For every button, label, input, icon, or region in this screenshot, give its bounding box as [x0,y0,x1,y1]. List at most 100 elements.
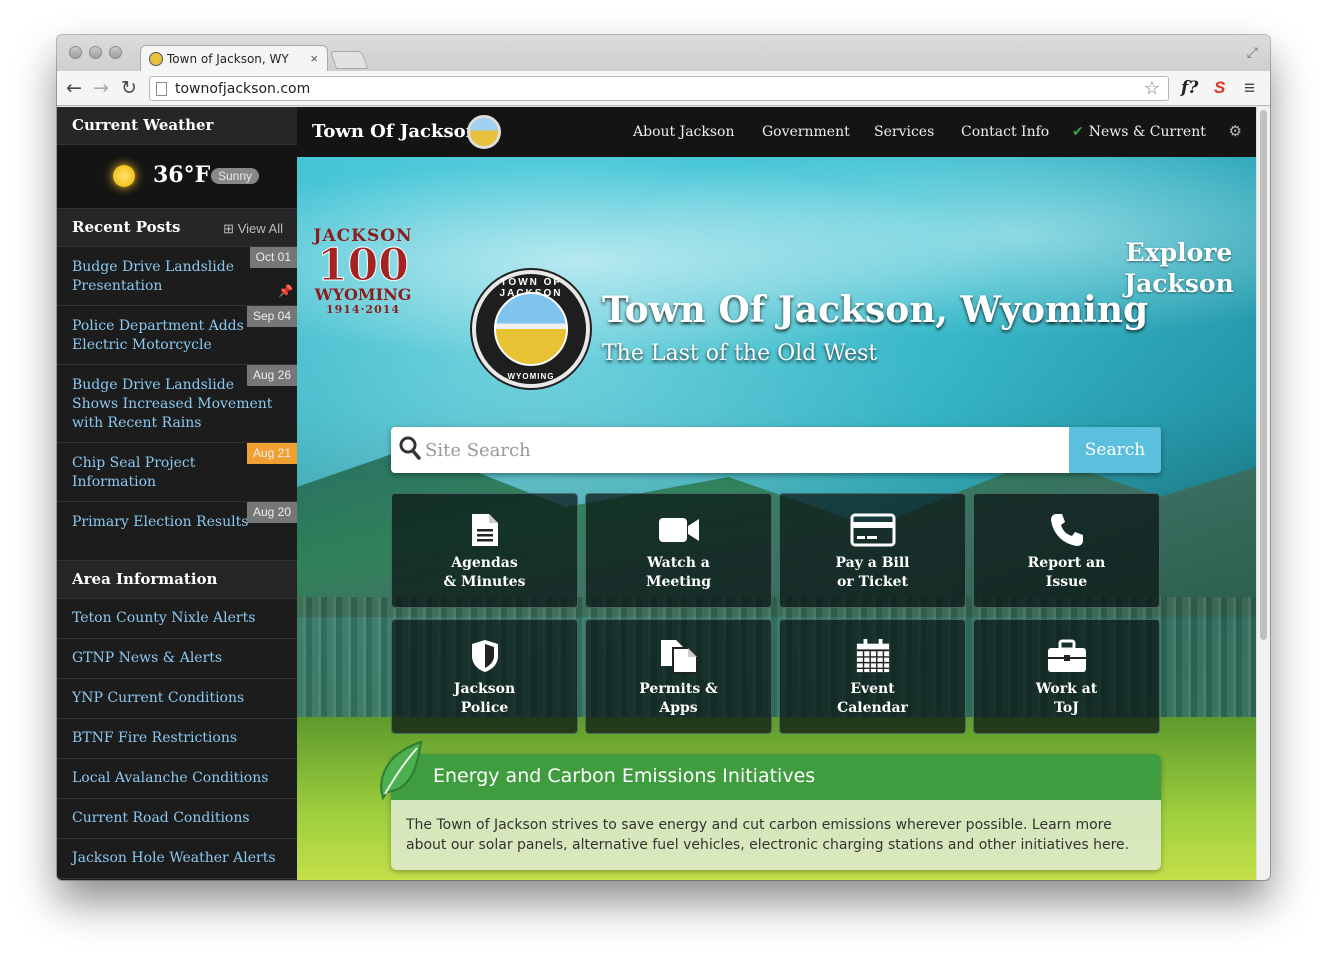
temperature: 36°F [153,162,211,188]
sun-icon [113,165,135,187]
tab-close-icon[interactable]: × [310,51,318,66]
nav-government[interactable]: Government [762,124,850,140]
tile-pay-bill[interactable]: Pay a Bill or Ticket [779,493,966,608]
forward-arrow-icon[interactable]: → [93,77,109,99]
post-date-badge: Aug 26 [246,365,297,386]
shield-icon [471,640,498,672]
recent-posts-heading: Recent Posts ⊞ View All [57,209,297,247]
energy-title[interactable]: Energy and Carbon Emissions Initiatives [391,754,1161,800]
extension-f-icon[interactable]: f? [1181,78,1198,98]
centennial-line2: 100 [317,240,410,291]
post-date-badge: Sep 04 [246,306,297,327]
browser-window: Town of Jackson, WY × ⤢ ← → ↻ townofjack… [57,35,1270,880]
nav-news[interactable]: ✔ News & Current [1072,124,1206,140]
post-item[interactable]: Budge Drive Landslide Shows Increased Mo… [57,365,297,443]
search-icon [399,436,421,466]
back-arrow-icon[interactable]: ← [66,77,82,99]
main-content: Town Of Jackson About Jackson Government… [297,107,1256,880]
phone-icon [1050,514,1083,546]
nav-about[interactable]: About Jackson [633,124,735,140]
explore-jackson-link[interactable]: Explore Jackson [1124,237,1234,299]
gears-icon[interactable]: ⚙ [1229,122,1242,140]
tile-label-line2: Meeting [645,574,712,590]
post-item[interactable]: Police Department Adds Electric Motorcyc… [57,306,297,365]
area-link[interactable]: Current Road Conditions [57,799,297,839]
credit-card-icon [850,513,895,547]
minimize-window-button[interactable] [89,46,102,59]
tile-label-line1: Agendas [451,555,518,571]
page-scrollbar[interactable] [1256,107,1270,880]
tile-watch-meeting[interactable]: Watch a Meeting [585,493,772,608]
bookmark-star-icon[interactable]: ☆ [1144,78,1160,99]
check-circle-icon: ✔ [1072,124,1084,140]
tile-work-at-toj[interactable]: Work at ToJ [973,619,1160,734]
town-seal-logo[interactable] [467,115,501,149]
seal-bottom-text: WYOMING [507,372,555,381]
centennial-line3: WYOMING [314,285,412,304]
post-title[interactable]: Budge Drive Landslide Shows Increased Mo… [72,377,272,431]
energy-initiatives-card[interactable]: Energy and Carbon Emissions Initiatives … [391,754,1161,870]
calendar-icon [856,638,889,673]
area-link[interactable]: Teton County Nixle Alerts [57,599,297,639]
post-item[interactable]: Budge Drive Landslide Presentation Oct 0… [57,247,297,306]
chrome-menu-icon[interactable]: ≡ [1244,78,1255,100]
tab-strip: Town of Jackson, WY × ⤢ [57,35,1270,72]
weather-condition-badge: Sunny [211,168,260,184]
tile-permits[interactable]: Permits & Apps [585,619,772,734]
post-title[interactable]: Police Department Adds Electric Motorcyc… [72,318,244,353]
extension-s-icon[interactable]: S [1214,78,1225,98]
nav-services[interactable]: Services [874,124,934,140]
search-button[interactable]: Search [1069,427,1161,473]
explore-line1: Explore [1125,238,1233,267]
new-tab-button[interactable] [329,51,369,69]
site-brand[interactable]: Town Of Jackson [312,121,479,142]
zoom-window-button[interactable] [109,46,122,59]
close-window-button[interactable] [69,46,82,59]
post-item[interactable]: Primary Election Results Aug 20 [57,502,297,561]
address-bar[interactable]: townofjackson.com ☆ [149,76,1169,101]
seal-emblem [494,292,568,366]
search-input[interactable] [425,435,1045,465]
explore-line2: Jackson [1124,269,1234,298]
nav-news-label: News & Current [1088,124,1206,140]
hero-section: JACKSON 100 WYOMING 1914·2014 TOWN OF JA… [297,157,1256,880]
favicon-icon [149,52,163,66]
post-item[interactable]: Chip Seal Project Information Aug 21 [57,443,297,502]
tile-jackson-police[interactable]: Jackson Police [391,619,578,734]
reload-icon[interactable]: ↻ [121,77,137,99]
cloud-background [297,157,1256,417]
document-icon [471,514,498,546]
tile-label-line2: Issue [1045,574,1088,590]
tile-label-line1: Event [850,681,895,697]
post-title[interactable]: Primary Election Results [72,514,248,530]
area-link[interactable]: BTNF Fire Restrictions [57,719,297,759]
tile-label-line1: Report an [1027,555,1106,571]
view-all-link[interactable]: ⊞ View All [223,221,283,237]
tile-label-line2: or Ticket [837,574,908,590]
tile-label-line1: Watch a [647,555,710,571]
tile-event-calendar[interactable]: Event Calendar [779,619,966,734]
browser-tab[interactable]: Town of Jackson, WY × [140,45,328,72]
weather-widget: 36°F Sunny [57,145,297,209]
scrollbar-thumb[interactable] [1260,110,1267,640]
page-viewport: Current Weather 36°F Sunny Recent Posts … [57,107,1270,880]
tile-report-issue[interactable]: Report an Issue [973,493,1160,608]
pin-icon: 📌 [278,284,293,298]
tile-label-line2: & Minutes [443,574,526,590]
page-icon [156,82,167,96]
tile-agendas[interactable]: Agendas & Minutes [391,493,578,608]
url-text[interactable]: townofjackson.com [175,81,310,97]
view-all-label: View All [237,221,283,236]
area-link[interactable]: GTNP News & Alerts [57,639,297,679]
briefcase-icon [1047,639,1086,672]
leaf-icon [380,740,423,800]
post-date-badge: Aug 20 [246,502,297,523]
area-link[interactable]: Local Avalanche Conditions [57,759,297,799]
fullscreen-icon[interactable]: ⤢ [1247,44,1258,61]
area-link[interactable]: Jackson Hole Weather Alerts [57,839,297,879]
post-title[interactable]: Budge Drive Landslide Presentation [72,259,234,294]
hero-subtitle: The Last of the Old West [602,341,878,366]
area-link[interactable]: YNP Current Conditions [57,679,297,719]
nav-contact[interactable]: Contact Info [961,124,1049,140]
post-title[interactable]: Chip Seal Project Information [72,455,195,490]
